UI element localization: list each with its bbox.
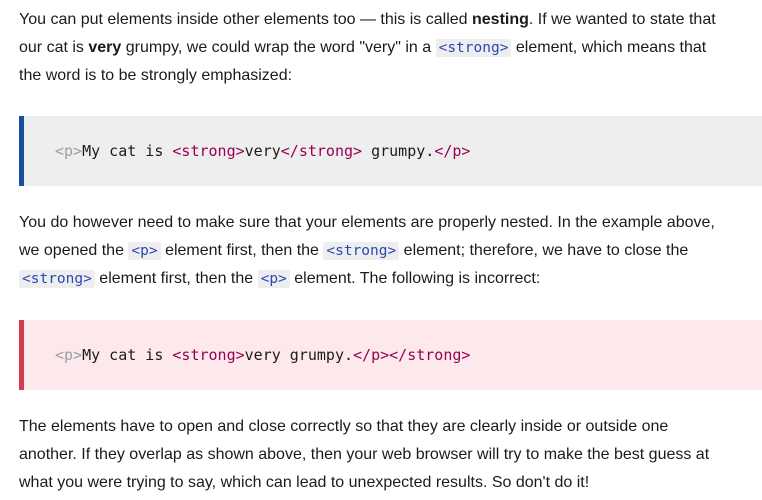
inline-code-strong: <strong>	[323, 242, 400, 260]
code-token-close-strong: </strong>	[280, 142, 363, 160]
code-token-open-p: <p>	[55, 142, 83, 160]
code-token-open-strong: <strong>	[172, 346, 245, 364]
paragraph-text: element. The following is incorrect:	[289, 270, 541, 287]
code-token-text: My cat is	[82, 346, 173, 364]
code-token-text: grumpy.	[362, 142, 435, 160]
code-token-text: My cat is	[82, 142, 173, 160]
paragraph-text: grumpy, we could wrap the word "very" in…	[121, 39, 436, 56]
article-content: You can put elements inside other elemen…	[0, 0, 762, 500]
paragraph-text: You can put elements inside other elemen…	[19, 11, 472, 28]
inline-code-p: <p>	[257, 270, 290, 288]
paragraph-text: element first, then the	[160, 242, 324, 259]
inline-code-strong: <strong>	[435, 39, 512, 57]
code-token-close-p: </p>	[353, 346, 390, 364]
paragraph-overlap-warning: The elements have to open and close corr…	[19, 413, 719, 497]
paragraph-text: element; therefore, we have to close the	[399, 242, 689, 259]
code-example-correct: <p>My cat is <strong>very</strong> grump…	[19, 116, 762, 186]
code-token-close-p: </p>	[434, 142, 471, 160]
paragraph-text: The elements have to open and close corr…	[19, 418, 710, 491]
bold-term-nesting: nesting	[472, 11, 529, 28]
paragraph-proper-nesting: You do however need to make sure that yo…	[19, 209, 719, 293]
paragraph-text: element first, then the	[94, 270, 258, 287]
code-token-open-p: <p>	[55, 346, 83, 364]
code-token-open-strong: <strong>	[172, 142, 245, 160]
bold-word-very: very	[88, 39, 122, 56]
code-token-text: very	[244, 142, 281, 160]
paragraph-nesting-intro: You can put elements inside other elemen…	[19, 6, 719, 90]
inline-code-p: <p>	[128, 242, 161, 260]
code-example-incorrect: <p>My cat is <strong>very grumpy.</p></s…	[19, 320, 762, 390]
code-token-text: very grumpy.	[244, 346, 354, 364]
code-token-close-strong: </strong>	[389, 346, 471, 364]
inline-code-strong: <strong>	[19, 270, 95, 288]
